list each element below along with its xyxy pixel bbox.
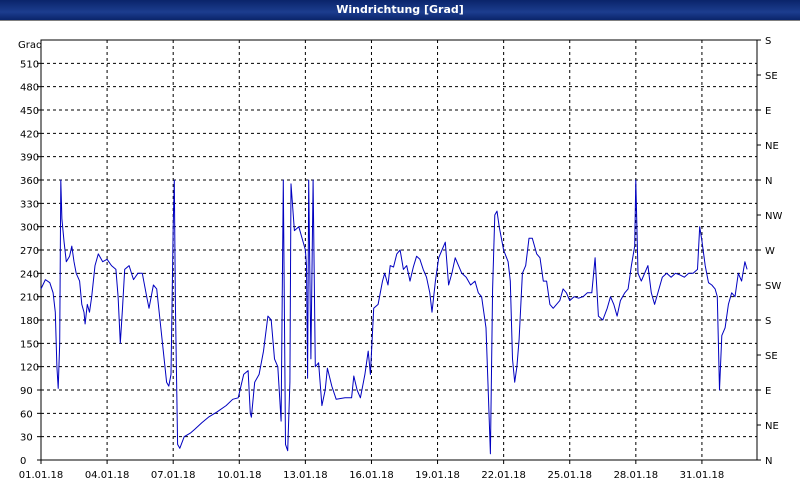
x-axis: 01.01.18 04.01.18 07.01.18 10.01.18 13.01.18… (19, 460, 724, 481)
y-axis-label: Grad (18, 40, 42, 51)
y-tick-label: 210 (20, 293, 39, 304)
y-tick-label: 240 (20, 269, 39, 280)
right-axis-label: S (765, 316, 771, 327)
y-axis-right: N NE E SE S SW W NW N NE E SE S (757, 36, 782, 467)
y-tick-label: 90 (20, 386, 33, 397)
right-axis-label: E (765, 106, 771, 117)
right-axis-label: S (765, 36, 771, 47)
x-tick-label: 16.01.18 (349, 470, 394, 481)
y-tick-label: 0 (20, 456, 26, 467)
wind-direction-chart: 0 30 60 90 120 150 180 210 240 270 300 330 360 390 420… (18, 36, 782, 481)
right-axis-label: W (765, 246, 775, 257)
right-axis-label: SE (765, 351, 778, 362)
y-tick-label: 60 (20, 409, 33, 420)
y-tick-label: 150 (20, 339, 39, 350)
y-axis-left: 0 30 60 90 120 150 180 210 240 270 300 330 360 390 420… (20, 59, 41, 467)
x-tick-label: 01.01.18 (19, 470, 64, 481)
y-tick-label: 480 (20, 83, 39, 94)
y-tick-label: 510 (20, 59, 39, 70)
right-axis-label: NE (765, 421, 779, 432)
right-axis-label: NW (765, 211, 782, 222)
y-tick-label: 300 (20, 223, 39, 234)
x-tick-label: 19.01.18 (415, 470, 460, 481)
right-axis-label: SE (765, 71, 778, 82)
x-tick-label: 25.01.18 (547, 470, 592, 481)
right-axis-label: N (765, 176, 772, 187)
y-tick-label: 270 (20, 246, 39, 257)
x-tick-label: 31.01.18 (680, 470, 725, 481)
x-tick-label: 10.01.18 (217, 470, 262, 481)
x-tick-label: 28.01.18 (614, 470, 659, 481)
right-axis-label: SW (765, 281, 781, 292)
x-tick-label: 04.01.18 (85, 470, 130, 481)
right-axis-label: E (765, 386, 771, 397)
y-tick-label: 180 (20, 316, 39, 327)
x-tick-label: 07.01.18 (151, 470, 196, 481)
y-tick-label: 120 (20, 363, 39, 374)
x-tick-label: 22.01.18 (481, 470, 526, 481)
y-tick-label: 330 (20, 199, 39, 210)
y-tick-label: 420 (20, 129, 39, 140)
y-tick-label: 30 (20, 433, 33, 444)
right-axis-label: NE (765, 141, 779, 152)
right-axis-label: N (765, 456, 772, 467)
y-tick-label: 360 (20, 176, 39, 187)
y-tick-label: 450 (20, 106, 39, 117)
x-tick-label: 13.01.18 (283, 470, 328, 481)
y-tick-label: 390 (20, 153, 39, 164)
